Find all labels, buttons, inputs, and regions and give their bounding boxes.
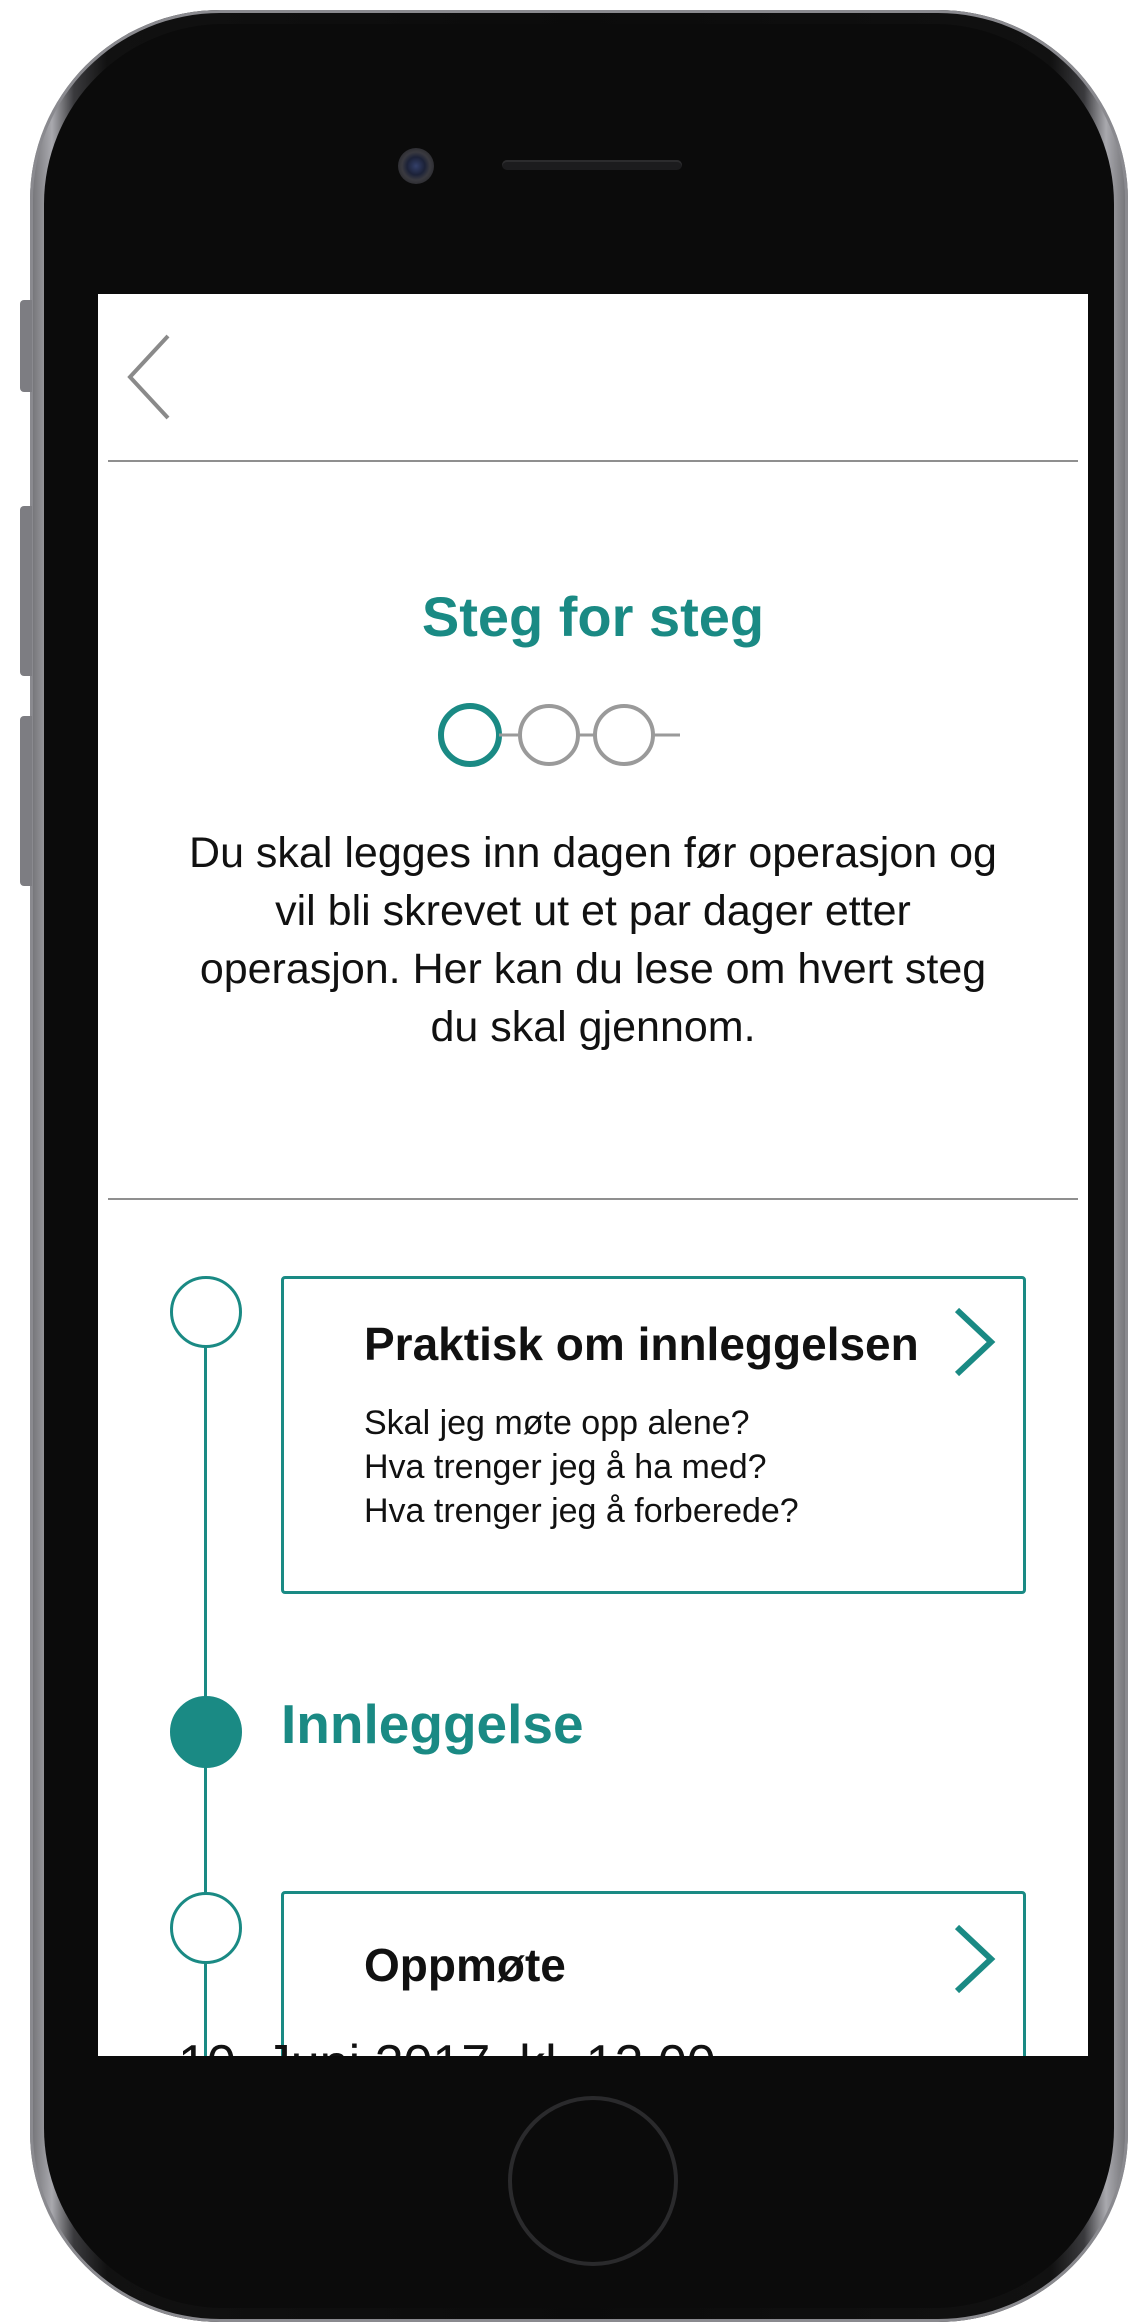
chevron-right-icon (954, 1307, 996, 1377)
volume-up-button (20, 506, 32, 676)
appointment-date: 10. Juni 2017, kl. 12.00 (178, 2034, 716, 2056)
intro-divider (108, 1198, 1078, 1200)
card-line: Hva trenger jeg å forberede? (364, 1492, 799, 1530)
chevron-left-icon (127, 334, 170, 420)
timeline-node-active (170, 1696, 242, 1768)
home-button[interactable] (508, 2096, 678, 2266)
card-title: Praktisk om innleggelsen (364, 1318, 919, 1370)
card-oppmote[interactable]: Oppmøte (281, 1891, 1026, 2056)
step-indicator (438, 703, 680, 767)
timeline-node-1 (170, 1276, 242, 1348)
intro-text: Du skal legges inn dagen før operasjon o… (189, 829, 997, 1051)
section-title: Innleggelse (281, 1693, 584, 1755)
card-line: Skal jeg møte opp alene? (364, 1404, 750, 1442)
card-title: Oppmøte (364, 1939, 566, 1991)
card-line: Hva trenger jeg å ha med? (364, 1448, 767, 1486)
step-dot-1 (438, 703, 502, 767)
timeline-node-2 (170, 1892, 242, 1964)
step-dot-2 (518, 704, 580, 766)
step-dot-3 (593, 704, 655, 766)
earpiece-speaker (502, 160, 682, 170)
front-camera (398, 148, 434, 184)
header-divider (108, 460, 1078, 462)
card-description: Skal jeg møte opp alene? Hva trenger jeg… (364, 1401, 799, 1533)
card-praktisk[interactable]: Praktisk om innleggelsen Skal jeg møte o… (281, 1276, 1026, 1594)
volume-down-button (20, 716, 32, 886)
page-title: Steg for steg (421, 585, 765, 648)
chevron-right-icon (954, 1924, 996, 1994)
back-button[interactable] (126, 334, 172, 420)
silent-switch (20, 300, 32, 392)
app-screen: Steg for steg Du skal legges inn dagen f… (98, 294, 1088, 2056)
